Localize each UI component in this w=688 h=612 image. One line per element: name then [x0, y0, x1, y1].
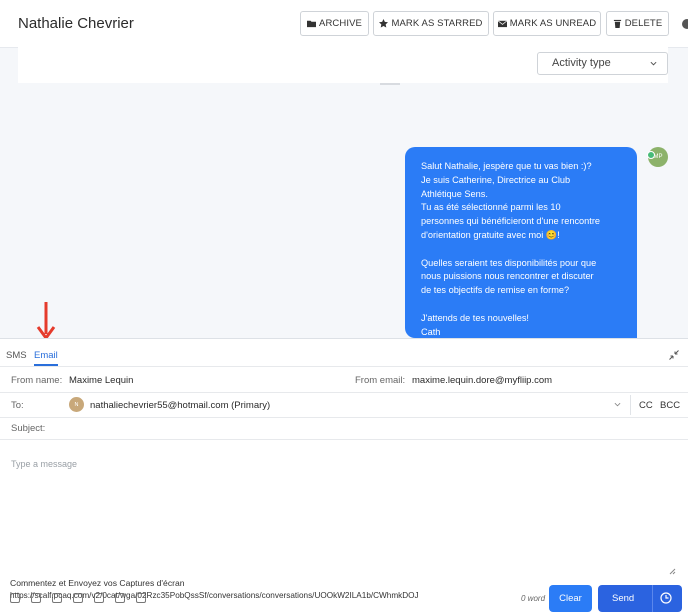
schedule-clock-icon[interactable]: [660, 592, 672, 604]
folder-icon: [307, 20, 317, 28]
to-label: To:: [11, 400, 24, 411]
conversation-header: Nathalie Chevrier ARCHIVE MARK AS STARRE…: [0, 0, 688, 48]
message-line: Salut Nathalie, jespère que tu vas bien …: [421, 161, 592, 171]
send-label: Send: [612, 593, 635, 604]
clear-label: Clear: [559, 593, 582, 604]
mark-starred-button[interactable]: MARK AS STARRED: [373, 11, 489, 36]
tab-email[interactable]: Email: [34, 350, 58, 361]
overlay-url: https://scalf.pcaq.com/v2/0cat/wga/02Rzc…: [10, 591, 419, 600]
mark-starred-label: MARK AS STARRED: [391, 18, 483, 29]
sender-avatar: MP: [647, 147, 668, 167]
message-placeholder: Type a message: [11, 459, 78, 469]
from-email-value[interactable]: maxime.lequin.dore@myfliip.com: [412, 375, 552, 386]
collapse-icon[interactable]: [669, 350, 679, 360]
message-line: Je suis Catherine, Directrice au Club: [421, 174, 571, 185]
from-name-label: From name:: [11, 375, 63, 386]
recipient-avatar: N: [69, 397, 84, 412]
mark-unread-label: MARK AS UNREAD: [509, 18, 597, 29]
message-composer: SMS Email From name: Maxime Lequin From …: [0, 338, 688, 612]
activity-type-select[interactable]: Activity type: [537, 52, 668, 75]
subject-row[interactable]: Subject:: [0, 418, 688, 440]
delete-button[interactable]: DELETE: [606, 11, 669, 36]
message-line: Quelles seraient tes disponibilités pour…: [421, 257, 597, 268]
outgoing-message-bubble: Salut Nathalie, jespère que tu vas bien …: [405, 147, 637, 338]
annotation-arrow-icon: [36, 302, 56, 341]
message-line: personnes qui bénéficieront d'une rencon…: [421, 216, 600, 227]
message-line: Athlétique Sens.: [421, 188, 488, 199]
resize-grip-icon[interactable]: [668, 567, 676, 575]
info-icon[interactable]: [682, 19, 688, 29]
sms-status-icon: [647, 151, 655, 159]
word-count: 0 word: [521, 594, 546, 603]
archive-label: ARCHIVE: [319, 18, 362, 29]
chevron-down-icon[interactable]: [614, 401, 621, 408]
composer-tabs: SMS Email: [0, 339, 688, 367]
to-row: To: N nathaliechevrier55@hotmail.com (Pr…: [0, 393, 688, 418]
divider: [630, 395, 631, 415]
message-line: d'orientation gratuite avec moi 😊!: [421, 229, 560, 240]
activity-filter-panel: Activity type: [18, 47, 668, 83]
message-line: J'attends de tes nouvelles!: [421, 312, 529, 323]
contact-name: Nathalie Chevrier: [18, 15, 134, 32]
mark-unread-button[interactable]: MARK AS UNREAD: [493, 11, 601, 36]
overlay-caption: Commentez et Envoyez vos Captures d'écra…: [10, 578, 185, 588]
envelope-icon: [497, 20, 507, 28]
recipient-initials: N: [74, 401, 79, 408]
archive-button[interactable]: ARCHIVE: [300, 11, 369, 36]
subject-label: Subject:: [11, 423, 46, 434]
from-email-label: From email:: [355, 375, 406, 386]
star-icon: [379, 19, 389, 28]
from-name-value[interactable]: Maxime Lequin: [69, 375, 133, 386]
clear-button[interactable]: Clear: [549, 585, 592, 612]
from-row: From name: Maxime Lequin From email: max…: [0, 366, 688, 393]
message-line-gap: [421, 243, 621, 257]
message-line-gap: [421, 298, 621, 312]
trash-icon: [613, 19, 621, 28]
message-line: Cath: [421, 326, 441, 337]
cc-button[interactable]: CC: [639, 400, 653, 411]
message-line: de tes objectifs de remise en forme?: [421, 285, 570, 296]
bcc-button[interactable]: BCC: [660, 400, 680, 411]
tab-sms[interactable]: SMS: [6, 350, 27, 361]
message-body-input[interactable]: Type a message: [0, 440, 688, 583]
divider: [652, 585, 653, 612]
activity-type-value: Activity type: [552, 57, 611, 69]
send-button[interactable]: Send: [598, 585, 682, 612]
message-line: nous puissions nous rencontrer et discut…: [421, 271, 594, 282]
delete-label: DELETE: [624, 18, 663, 29]
message-line: Tu as été sélectionné parmi les 10: [421, 202, 561, 213]
recipient-email[interactable]: nathaliechevrier55@hotmail.com (Primary): [90, 400, 270, 411]
divider: [380, 83, 400, 85]
chevron-down-icon: [650, 61, 657, 66]
